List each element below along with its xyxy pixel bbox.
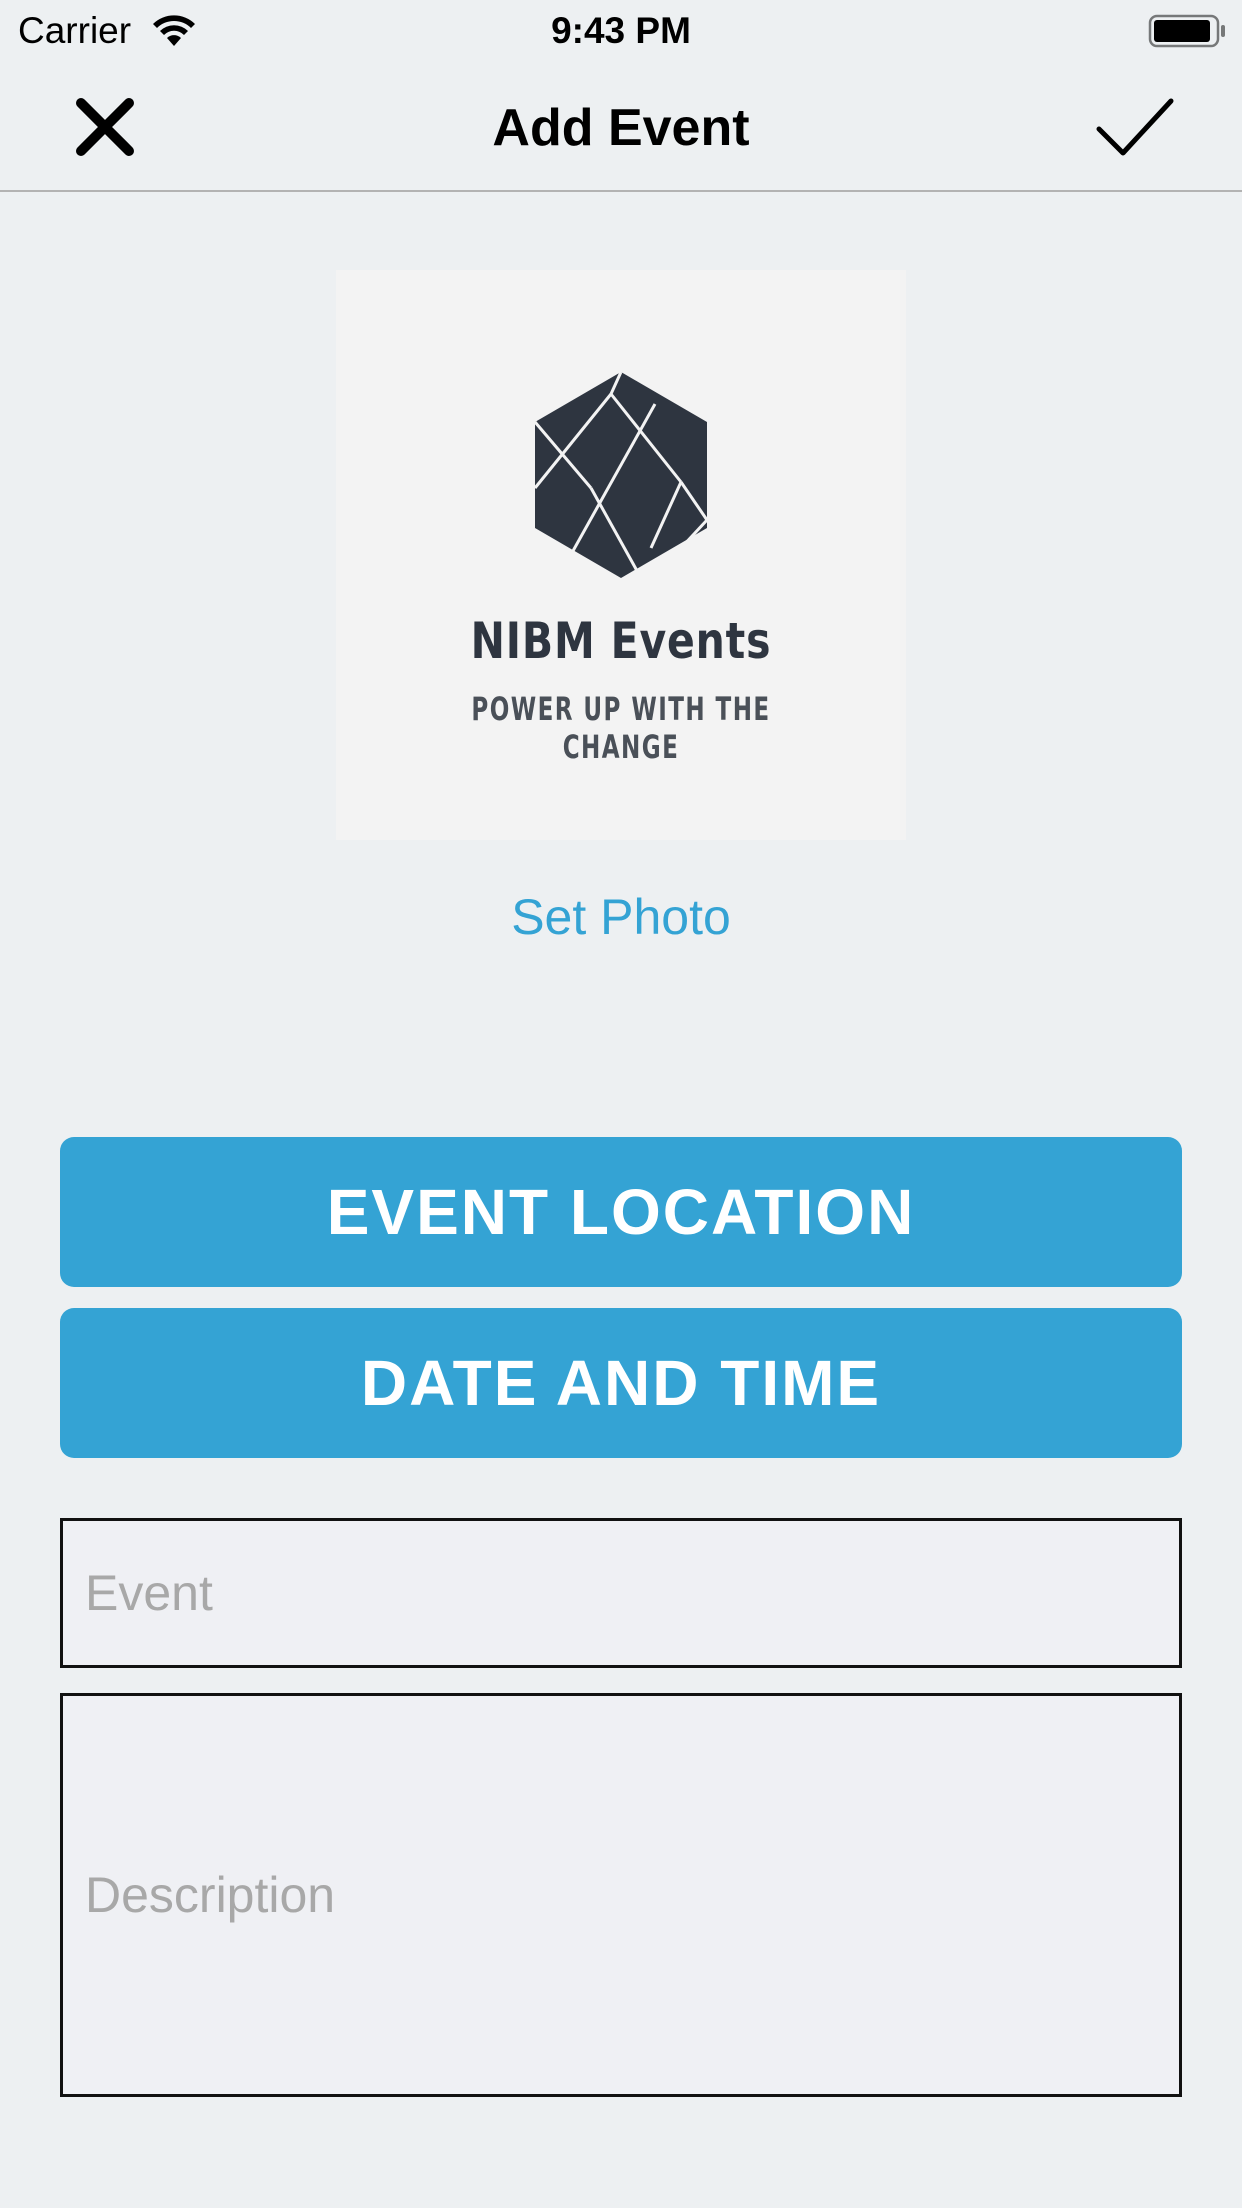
status-bar: Carrier 9:43 PM	[0, 0, 1242, 62]
page-title: Add Event	[492, 99, 750, 157]
event-photo: NIBM Events POWER UP WITH THE CHANGE	[336, 270, 906, 840]
done-button[interactable]	[1090, 82, 1180, 172]
logo-tagline: POWER UP WITH THE CHANGE	[471, 690, 771, 766]
event-name-placeholder: Event	[85, 1565, 213, 1621]
date-and-time-button[interactable]: DATE AND TIME	[60, 1308, 1182, 1458]
hexagon-logo-icon	[533, 371, 709, 579]
add-event-screen: Carrier 9:43 PM Add Event NIBM Events PO…	[0, 0, 1242, 2208]
logo-title: NIBM Events	[470, 612, 772, 670]
battery-icon	[1148, 14, 1225, 48]
event-name-field[interactable]: Event	[60, 1518, 1182, 1668]
set-photo-button[interactable]: Set Photo	[0, 888, 1242, 946]
event-location-button[interactable]: EVENT LOCATION	[60, 1137, 1182, 1287]
description-placeholder: Description	[85, 1867, 336, 1923]
status-time: 9:43 PM	[551, 10, 691, 51]
navigation-bar: Add Event	[0, 62, 1242, 192]
description-field[interactable]: Description	[60, 1693, 1182, 2097]
checkmark-icon	[1096, 98, 1174, 156]
